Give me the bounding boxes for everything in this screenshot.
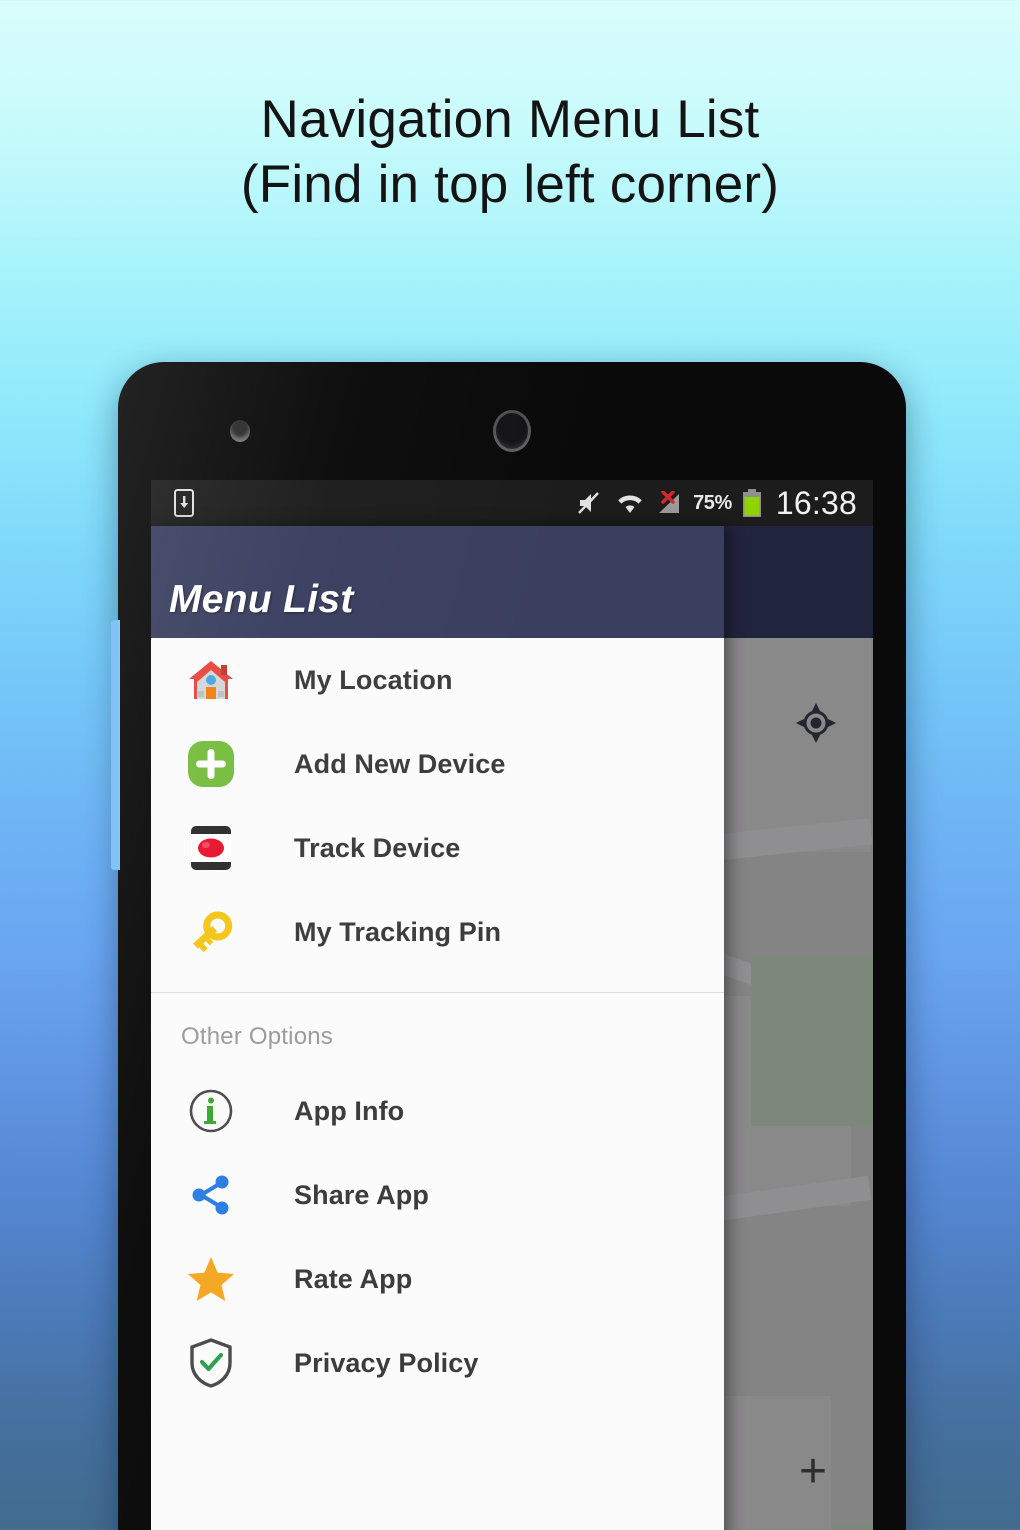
track-device-icon (181, 822, 241, 874)
drawer-header: Menu List (151, 526, 724, 638)
menu-item-my-tracking-pin[interactable]: My Tracking Pin (151, 890, 724, 974)
navigation-drawer: Menu List My Location Add New Device Tra… (151, 526, 724, 1530)
page-title-line-2: (Find in top left corner) (240, 154, 780, 214)
status-bar-clock: 16:38 (775, 485, 857, 521)
earpiece-speaker-icon (493, 410, 531, 452)
phone-mockup: cts sales ss store Vakkal Rd + (111, 362, 906, 1530)
menu-item-label: Rate App (294, 1263, 413, 1294)
menu-item-label: My Location (294, 664, 453, 695)
my-location-crosshair-icon[interactable] (795, 702, 837, 744)
status-bar: 75% 16:38 (151, 480, 873, 526)
cellular-signal-no-service-icon (659, 491, 680, 513)
menu-item-add-new-device[interactable]: Add New Device (151, 722, 724, 806)
menu-item-label: Track Device (294, 832, 461, 863)
wifi-icon (618, 495, 642, 513)
menu-item-track-device[interactable]: Track Device (151, 806, 724, 890)
drawer-section-label: Other Options (181, 1023, 334, 1050)
page-title-line-1: Navigation Menu List (260, 90, 760, 149)
star-icon (181, 1253, 241, 1305)
menu-item-label: Share App (294, 1179, 429, 1210)
phone-screen: cts sales ss store Vakkal Rd + (151, 480, 873, 1530)
menu-item-privacy-policy[interactable]: Privacy Policy (151, 1321, 724, 1405)
drawer-title: Menu List (169, 578, 354, 621)
shield-check-icon (181, 1337, 241, 1389)
key-icon (181, 906, 241, 958)
volume-muted-icon (578, 492, 599, 514)
add-plus-icon (181, 738, 241, 790)
home-icon (181, 654, 241, 706)
battery-icon (742, 489, 761, 517)
page-title: Navigation Menu List (Find in top left c… (0, 88, 1020, 217)
menu-item-my-location[interactable]: My Location (151, 638, 724, 722)
share-icon (181, 1169, 241, 1221)
menu-item-share-app[interactable]: Share App (151, 1153, 724, 1237)
menu-item-label: Privacy Policy (294, 1347, 479, 1378)
menu-item-label: Add New Device (294, 748, 506, 779)
menu-item-label: App Info (294, 1095, 405, 1126)
menu-item-app-info[interactable]: App Info (151, 1069, 724, 1153)
info-icon (181, 1085, 241, 1137)
battery-percent-label: 75% (693, 491, 732, 514)
menu-item-label: My Tracking Pin (294, 916, 502, 947)
volume-button[interactable] (111, 620, 120, 870)
menu-item-rate-app[interactable]: Rate App (151, 1237, 724, 1321)
front-camera-icon (230, 420, 250, 442)
download-to-device-icon (174, 489, 194, 517)
zoom-in-button[interactable]: + (787, 1446, 839, 1498)
